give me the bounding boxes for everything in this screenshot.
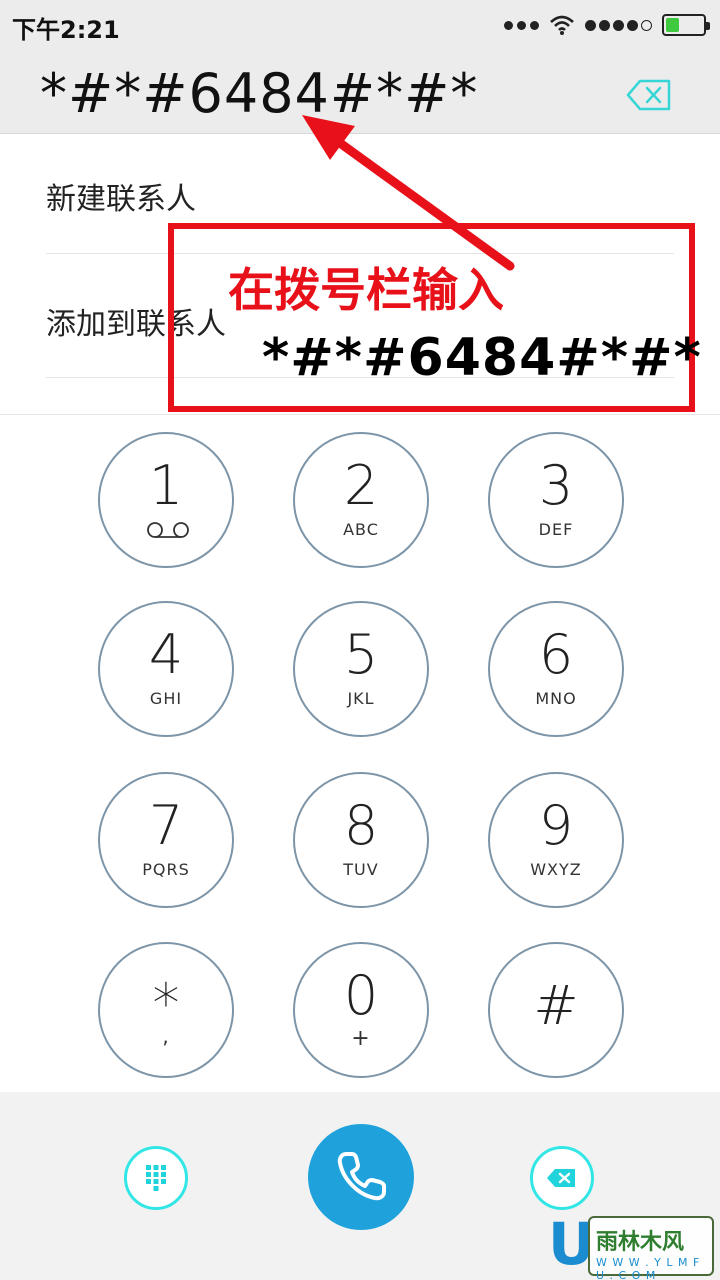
delete-button[interactable] xyxy=(530,1146,594,1210)
phone-icon xyxy=(337,1152,386,1201)
battery-icon xyxy=(662,14,710,36)
dialpad-icon xyxy=(146,1165,166,1191)
key-letters: JKL xyxy=(347,689,375,708)
key-digit: 8 xyxy=(343,794,379,857)
key-letters: , xyxy=(162,1024,170,1048)
watermark-logo: 雨林木风 W W W . Y L M F U . C O M xyxy=(588,1216,714,1280)
key-5[interactable]: 5 JKL xyxy=(293,601,429,737)
more-dots-icon xyxy=(504,20,539,30)
key-letters: DEF xyxy=(538,520,574,539)
key-digit: 1 xyxy=(148,454,184,517)
status-icons xyxy=(504,12,710,38)
backspace-icon xyxy=(547,1169,575,1187)
watermark-url: W W W . Y L M F U . C O M xyxy=(596,1256,701,1280)
key-1[interactable]: 1 xyxy=(98,432,234,568)
key-digit: 3 xyxy=(538,454,574,517)
key-letters: TUV xyxy=(343,860,379,879)
call-button[interactable] xyxy=(308,1124,414,1230)
key-letters: + xyxy=(351,1026,371,1051)
wifi-icon xyxy=(550,15,574,35)
watermark-text: 雨林木风 xyxy=(596,1230,685,1255)
key-digit: 6 xyxy=(538,623,574,686)
key-digit: # xyxy=(533,974,579,1037)
key-letters: WXYZ xyxy=(530,860,582,879)
key-letters: MNO xyxy=(535,689,577,708)
key-8[interactable]: 8 TUV xyxy=(293,772,429,908)
key-digit: 4 xyxy=(148,623,184,686)
key-letters: GHI xyxy=(149,689,183,708)
key-digit: 7 xyxy=(148,794,184,857)
key-6[interactable]: 6 MNO xyxy=(488,601,624,737)
battery-level xyxy=(666,18,679,32)
dialed-number[interactable]: *#*#6484#*#* xyxy=(40,62,478,125)
dial-input-bar[interactable]: *#*#6484#*#* xyxy=(0,50,720,134)
key-digit: 0 xyxy=(343,964,379,1027)
voicemail-icon xyxy=(147,522,189,538)
new-contact-option[interactable]: 新建联系人 xyxy=(46,174,196,218)
key-4[interactable]: 4 GHI xyxy=(98,601,234,737)
key-star[interactable]: * , xyxy=(98,942,234,1078)
key-digit: 9 xyxy=(538,794,574,857)
key-hash[interactable]: # xyxy=(488,942,624,1078)
key-0[interactable]: 0 + xyxy=(293,942,429,1078)
key-letters: ABC xyxy=(343,520,379,539)
status-bar: 下午2:21 xyxy=(0,0,720,50)
key-3[interactable]: 3 DEF xyxy=(488,432,624,568)
section-divider xyxy=(0,414,720,415)
key-7[interactable]: 7 PQRS xyxy=(98,772,234,908)
key-2[interactable]: 2 ABC xyxy=(293,432,429,568)
annotation-title: 在拨号栏输入 xyxy=(228,263,504,317)
signal-strength-icon xyxy=(585,19,652,31)
key-digit: 5 xyxy=(343,623,379,686)
dialpad-toggle-button[interactable] xyxy=(124,1146,188,1210)
status-time: 下午2:21 xyxy=(12,16,120,44)
key-9[interactable]: 9 WXYZ xyxy=(488,772,624,908)
annotation-code: *#*#6484#*#* xyxy=(262,328,702,388)
key-digit: 2 xyxy=(343,454,379,517)
key-letters: PQRS xyxy=(142,860,190,879)
backspace-icon[interactable] xyxy=(626,78,672,112)
